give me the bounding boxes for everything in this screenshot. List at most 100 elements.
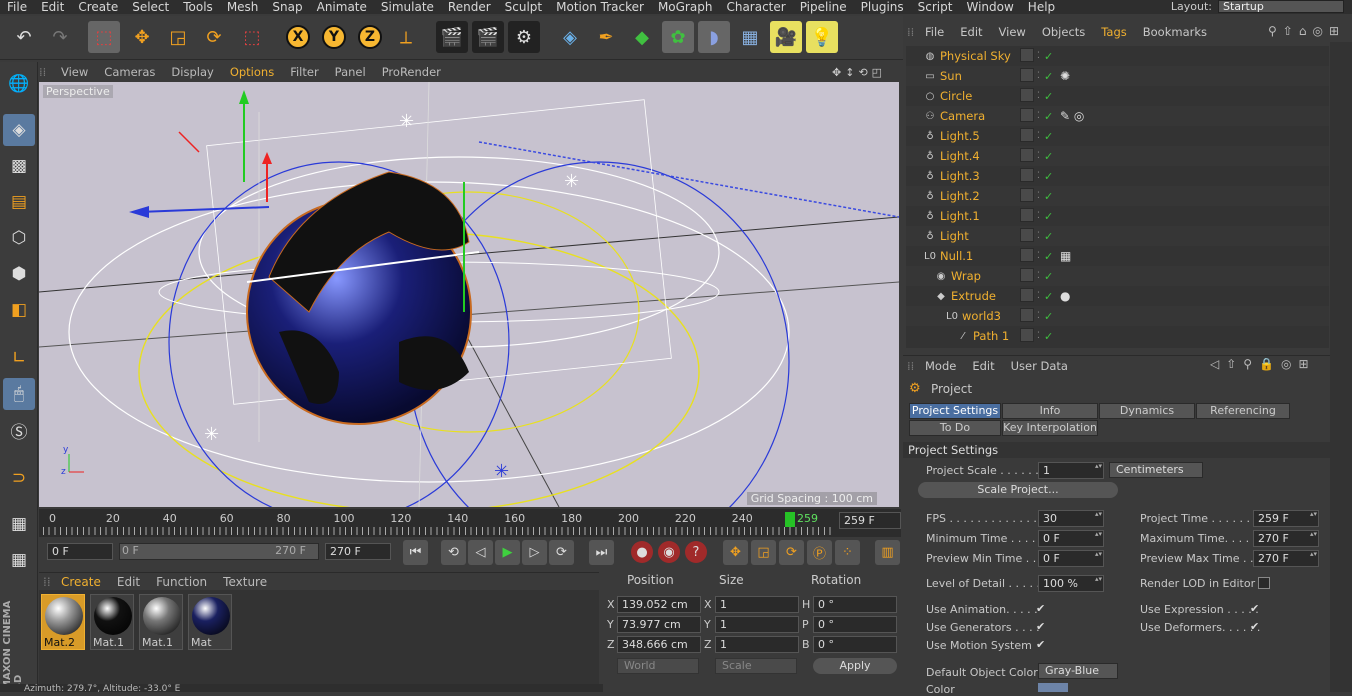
menu-plugins[interactable]: Plugins [854,0,911,14]
light-icon[interactable]: 💡 [806,21,838,53]
layer-color-swatch[interactable] [1020,268,1034,282]
record-icon[interactable]: ● [631,541,653,563]
cloner-icon[interactable]: ✿ [662,21,694,53]
solo-icon[interactable]: Ⓢ [3,414,35,446]
size-field[interactable]: 1 [715,596,799,613]
menu-create[interactable]: Create [71,0,125,14]
material-swatch[interactable]: Mat [188,594,232,650]
menu-window[interactable]: Window [959,0,1020,14]
object-name[interactable]: Light [940,229,969,243]
layer-color-swatch[interactable] [1020,48,1034,62]
viewport-menu-view[interactable]: View [53,65,96,79]
object-menu-file[interactable]: File [917,25,952,39]
object-name[interactable]: Light.2 [940,189,980,203]
object-menu-tags[interactable]: Tags [1093,25,1134,39]
rotation-field[interactable]: 0 ° [813,596,897,613]
use-option-checkbox[interactable]: ✔ [1036,621,1048,633]
menu-script[interactable]: Script [911,0,960,14]
layer-color-swatch[interactable] [1020,248,1034,262]
material-menu-edit[interactable]: Edit [109,575,148,589]
time-field[interactable]: 270 F [1253,550,1319,567]
visibility-dots[interactable]: ⁚ [1037,151,1040,161]
range-slider[interactable]: 0 F 270 F [119,543,319,560]
search-icon[interactable]: ⚲ [1268,24,1277,38]
subdivision-icon[interactable]: ◆ [626,21,658,53]
lod-field[interactable]: 100 % [1038,575,1104,592]
menu-file[interactable]: File [0,0,34,14]
zoom-icon[interactable]: ↕ [845,66,854,79]
material-menu-texture[interactable]: Texture [215,575,275,589]
material-menu-function[interactable]: Function [148,575,215,589]
viewport-menu-options[interactable]: Options [222,65,282,79]
enabled-check[interactable]: ✓ [1044,310,1053,323]
z-axis-lock-button[interactable]: Z [354,21,386,53]
object-menu-bookmarks[interactable]: Bookmarks [1135,25,1215,39]
visibility-dots[interactable]: ⁚ [1037,91,1040,101]
key-pla-icon[interactable]: ⁘ [835,540,860,565]
tab-project-settings[interactable]: Project Settings [909,403,1001,419]
axis-mode-icon[interactable]: ∟ [3,342,35,374]
size-field[interactable]: 1 [715,616,799,633]
render-lod-checkbox[interactable] [1258,577,1270,589]
menu-character[interactable]: Character [719,0,792,14]
target-icon[interactable]: ◎ [1281,357,1291,371]
object-row[interactable]: ⚇ Camera ⁚ ✓ ✎ ◎ [906,106,1329,126]
layer-color-swatch[interactable] [1020,128,1034,142]
position-field[interactable]: 139.052 cm [617,596,701,613]
tab-to-do[interactable]: To Do [909,420,1001,436]
scale-project-button[interactable]: Scale Project... [918,482,1118,498]
viewport-menu-panel[interactable]: Panel [327,65,374,79]
tab-info[interactable]: Info [1002,403,1098,419]
object-row[interactable]: ○ Circle ⁚ ✓ [906,86,1329,106]
enabled-check[interactable]: ✓ [1044,270,1053,283]
key-position-icon[interactable]: ✥ [723,540,748,565]
orbit-icon[interactable]: ⟲ [858,66,867,79]
visibility-dots[interactable]: ⁚ [1037,331,1040,341]
visibility-dots[interactable]: ⁚ [1037,271,1040,281]
rotation-field[interactable]: 0 ° [813,616,897,633]
menu-render[interactable]: Render [441,0,498,14]
enabled-check[interactable]: ✓ [1044,230,1053,243]
next-key-icon[interactable]: ⟳ [549,540,574,565]
layout-selector[interactable]: Layout: Startup [1171,0,1344,13]
globe-icon[interactable]: 🌐 [3,68,35,100]
undo-icon[interactable]: ↶ [8,21,40,53]
attr-menu-mode[interactable]: Mode [917,359,964,373]
enabled-check[interactable]: ✓ [1044,130,1053,143]
key-rotation-icon[interactable]: ⟳ [779,540,804,565]
visibility-dots[interactable]: ⁚ [1037,231,1040,241]
object-row[interactable]: ◍ Physical Sky ⁚ ✓ [906,46,1329,66]
prev-key-icon[interactable]: ⟲ [441,540,466,565]
time-field[interactable]: 0 F [1038,530,1104,547]
layer-color-swatch[interactable] [1020,308,1034,322]
object-row[interactable]: ⁄ Path 1 ⁚ ✓ [906,326,1329,346]
scale-icon[interactable]: ◲ [162,21,194,53]
project-scale-field[interactable]: 1 [1038,462,1104,479]
units-dropdown[interactable]: Centimeters [1109,462,1203,478]
object-row[interactable]: L0 Null.1 ⁚ ✓ ▦ [906,246,1329,266]
position-field[interactable]: 73.977 cm [617,616,701,633]
size-field[interactable]: 1 [715,636,799,653]
visibility-dots[interactable]: ⁚ [1037,171,1040,181]
object-row[interactable]: ♁ Light.3 ⁚ ✓ [906,166,1329,186]
viewport-menu-cameras[interactable]: Cameras [96,65,163,79]
workplane-icon[interactable]: ▤ [3,186,35,218]
layer-color-swatch[interactable] [1020,228,1034,242]
search-icon[interactable]: ⚲ [1243,357,1252,371]
color-swatch[interactable] [1038,683,1068,692]
layer-color-swatch[interactable] [1020,68,1034,82]
material-swatch[interactable]: Mat.2 [41,594,85,650]
polygons-mode-icon[interactable]: ◧ [3,294,35,326]
tab-referencing[interactable]: Referencing [1196,403,1290,419]
enabled-check[interactable]: ✓ [1044,90,1053,103]
visibility-dots[interactable]: ⁚ [1037,111,1040,121]
enabled-check[interactable]: ✓ [1044,70,1053,83]
object-name[interactable]: Light.1 [940,209,980,223]
coordinate-system-icon[interactable]: ⟂ [390,21,422,53]
object-name[interactable]: Extrude [951,289,996,303]
cube-icon[interactable]: ◈ [554,21,586,53]
object-name[interactable]: Wrap [951,269,981,283]
use-option-checkbox[interactable]: ✔ [1250,603,1262,615]
visibility-dots[interactable]: ⁚ [1037,131,1040,141]
object-row[interactable]: ◆ Extrude ⁚ ✓ ● [906,286,1329,306]
